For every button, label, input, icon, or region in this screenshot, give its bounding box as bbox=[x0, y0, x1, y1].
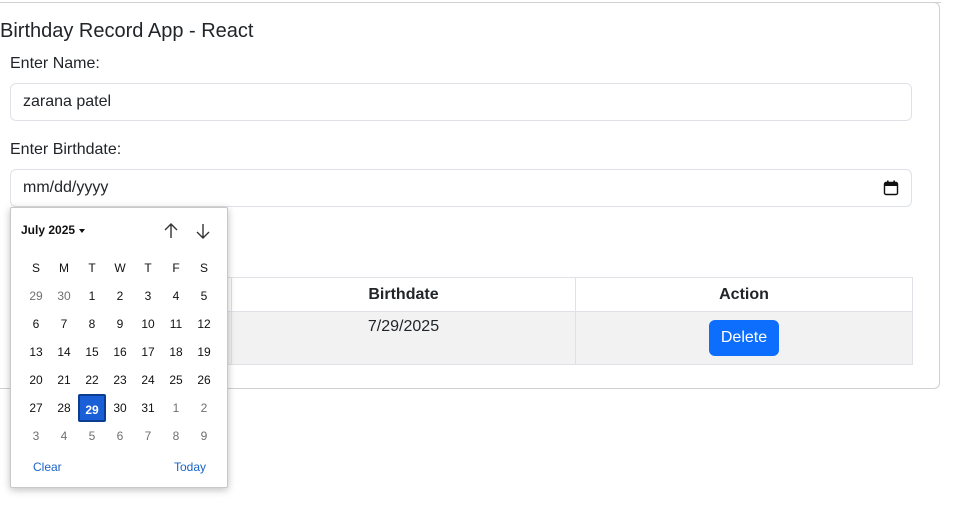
calendar-day[interactable]: 5 bbox=[78, 422, 106, 450]
month-year-selector[interactable]: July 2025 bbox=[21, 223, 86, 237]
birthdate-input[interactable]: mm/dd/yyyy bbox=[10, 169, 912, 207]
calendar-day[interactable]: 22 bbox=[78, 366, 106, 394]
calendar-day[interactable]: 5 bbox=[190, 282, 218, 310]
calendar-day[interactable]: 6 bbox=[106, 422, 134, 450]
calendar-day[interactable]: 8 bbox=[162, 422, 190, 450]
header-action: Action bbox=[575, 277, 913, 312]
weekday-header: S bbox=[199, 261, 208, 275]
calendar-day[interactable]: 13 bbox=[22, 338, 50, 366]
calendar-day[interactable]: 24 bbox=[134, 366, 162, 394]
calendar-day[interactable]: 3 bbox=[22, 422, 50, 450]
arrow-up-icon[interactable] bbox=[161, 221, 181, 241]
caret-down-icon bbox=[79, 228, 86, 233]
calendar-day[interactable]: 1 bbox=[78, 282, 106, 310]
calendar-day[interactable]: 30 bbox=[106, 394, 134, 422]
calendar-day[interactable]: 14 bbox=[50, 338, 78, 366]
calendar-day[interactable]: 4 bbox=[50, 422, 78, 450]
calendar-day[interactable]: 2 bbox=[190, 394, 218, 422]
calendar-icon[interactable] bbox=[883, 180, 899, 196]
calendar-day[interactable]: 1 bbox=[162, 394, 190, 422]
app-title: Birthday Record App - React bbox=[0, 20, 254, 42]
delete-button[interactable]: Delete bbox=[708, 320, 780, 356]
weekday-header: T bbox=[144, 261, 152, 275]
clear-button[interactable]: Clear bbox=[33, 460, 62, 474]
calendar-day[interactable]: 25 bbox=[162, 366, 190, 394]
calendar-day[interactable]: 19 bbox=[190, 338, 218, 366]
calendar-day[interactable]: 31 bbox=[134, 394, 162, 422]
calendar-day[interactable]: 16 bbox=[106, 338, 134, 366]
weekday-header: W bbox=[114, 261, 126, 275]
cell-action: Delete bbox=[575, 311, 913, 365]
calendar-day-selected[interactable]: 29 bbox=[78, 394, 106, 422]
calendar-day[interactable]: 12 bbox=[190, 310, 218, 338]
calendar-day[interactable]: 29 bbox=[22, 282, 50, 310]
header-birthdate: Birthdate bbox=[231, 277, 576, 312]
calendar-day[interactable]: 4 bbox=[162, 282, 190, 310]
calendar-day[interactable]: 23 bbox=[106, 366, 134, 394]
calendar-grid: S M T W T F S 29 30 1 2 3 4 5 6 7 8 9 10 11 12 13 14 15 16 17 18 19… bbox=[22, 254, 218, 450]
calendar-day[interactable]: 21 bbox=[50, 366, 78, 394]
calendar-day[interactable]: 30 bbox=[50, 282, 78, 310]
calendar-day[interactable]: 9 bbox=[190, 422, 218, 450]
calendar-day[interactable]: 11 bbox=[162, 310, 190, 338]
calendar-day[interactable]: 10 bbox=[134, 310, 162, 338]
calendar-day[interactable]: 28 bbox=[50, 394, 78, 422]
calendar-day[interactable]: 9 bbox=[106, 310, 134, 338]
calendar-day[interactable]: 8 bbox=[78, 310, 106, 338]
weekday-header: S bbox=[31, 261, 40, 275]
birthdate-label: Enter Birthdate: bbox=[10, 141, 122, 158]
month-year-label: July 2025 bbox=[21, 223, 76, 237]
birthdate-placeholder: mm/dd/yyyy bbox=[23, 179, 109, 196]
calendar-day[interactable]: 18 bbox=[162, 338, 190, 366]
calendar-day[interactable]: 20 bbox=[22, 366, 50, 394]
calendar-day[interactable]: 17 bbox=[134, 338, 162, 366]
calendar-day[interactable]: 26 bbox=[190, 366, 218, 394]
name-input[interactable] bbox=[10, 83, 912, 121]
calendar-day[interactable]: 15 bbox=[78, 338, 106, 366]
cell-birthdate: 7/29/2025 bbox=[231, 311, 576, 365]
calendar-day[interactable]: 27 bbox=[22, 394, 50, 422]
calendar-day[interactable]: 7 bbox=[50, 310, 78, 338]
weekday-header: F bbox=[172, 261, 180, 275]
weekday-header: T bbox=[88, 261, 96, 275]
calendar-day[interactable]: 6 bbox=[22, 310, 50, 338]
calendar-day[interactable]: 3 bbox=[134, 282, 162, 310]
calendar-day[interactable]: 7 bbox=[134, 422, 162, 450]
name-label: Enter Name: bbox=[10, 55, 100, 72]
calendar-day[interactable]: 2 bbox=[106, 282, 134, 310]
date-picker-popup: July 2025 S M T W T F S 29 30 1 2 3 4 5 6 7 8 9 10 11 12 13 14… bbox=[10, 207, 228, 488]
weekday-header: M bbox=[59, 261, 69, 275]
arrow-down-icon[interactable] bbox=[193, 221, 213, 241]
today-button[interactable]: Today bbox=[174, 460, 206, 474]
